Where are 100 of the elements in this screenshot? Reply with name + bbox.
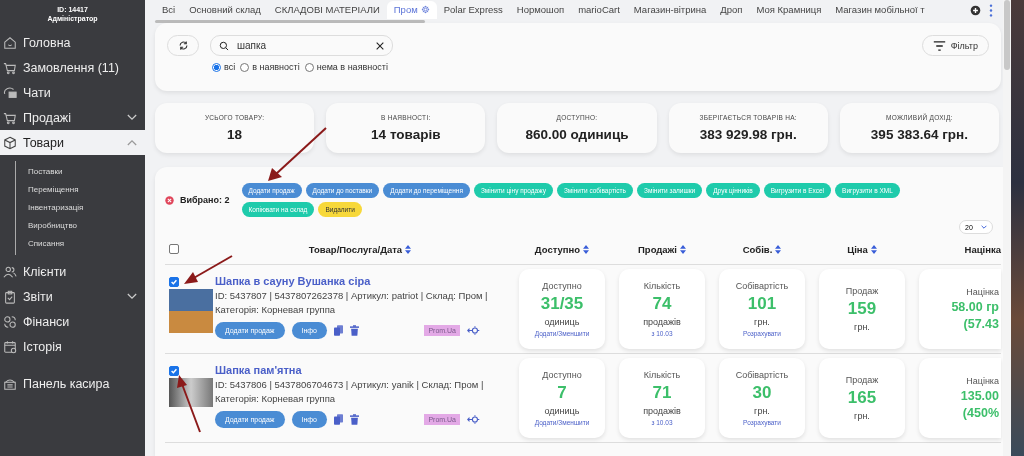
- sidebar-item[interactable]: Історія: [0, 334, 145, 359]
- sort-icon[interactable]: [583, 244, 590, 254]
- value-unit: одиниць: [544, 317, 580, 327]
- sort-icon[interactable]: [680, 244, 686, 254]
- product-category: Категорія: Корневая группа: [215, 304, 337, 315]
- sort-icon[interactable]: [405, 244, 412, 254]
- sort-icon[interactable]: [870, 244, 877, 254]
- sort-icon[interactable]: [775, 244, 782, 254]
- tab[interactable]: Дроп: [713, 1, 750, 19]
- add-circle-icon[interactable]: [970, 4, 981, 16]
- column-header[interactable]: Ціна: [847, 243, 868, 255]
- row-checkbox[interactable]: [169, 366, 179, 376]
- value-number: 71: [652, 383, 672, 403]
- sidebar-item[interactable]: Клієнти: [0, 259, 145, 284]
- house-icon: [3, 35, 17, 50]
- select-all-checkbox[interactable]: [169, 244, 179, 254]
- value-unit: грн.: [754, 406, 770, 416]
- column-header[interactable]: Товар/Послуга/Дата: [308, 243, 403, 255]
- product-meta: ID: 5437806 | 5437806704673 | Артикул: yanik | Склад: Пром |: [215, 379, 485, 390]
- value-unit: грн.: [854, 411, 870, 421]
- value-number: 31/35: [540, 294, 584, 314]
- trash-icon[interactable]: [350, 414, 359, 425]
- calendar-icon: [3, 339, 17, 354]
- horizontal-scrollbar[interactable]: [155, 20, 425, 23]
- submenu-item[interactable]: Поставки: [28, 163, 145, 181]
- submenu-item[interactable]: Списання: [28, 235, 145, 253]
- more-options-icon[interactable]: [989, 3, 993, 17]
- chat-bubble-icon: [3, 85, 17, 100]
- column-header[interactable]: Націнка: [964, 243, 1001, 255]
- tab[interactable]: Моя Крамниця: [749, 1, 829, 19]
- tab[interactable]: Магазин мобільної т: [828, 1, 932, 19]
- gear-arrow-icon[interactable]: [467, 414, 480, 425]
- value-label: Продаж: [845, 375, 879, 385]
- gear-icon: [420, 5, 430, 14]
- value-unit: грн.: [854, 322, 870, 332]
- sidebar-item[interactable]: Замовлення (11): [0, 55, 145, 80]
- value-label: Кількість: [643, 281, 681, 291]
- gear-arrow-icon[interactable]: [467, 325, 480, 336]
- tab[interactable]: Пром: [386, 1, 437, 19]
- value-label: Доступно: [542, 370, 582, 380]
- tab[interactable]: СКЛАДОВІ МАТЕРІАЛИ: [267, 1, 387, 19]
- value-number: 58.00 гр: [951, 300, 999, 314]
- submenu-item[interactable]: Виробництво: [28, 217, 145, 235]
- clear-icon[interactable]: [376, 41, 384, 50]
- submenu-item[interactable]: Інвентаризація: [28, 199, 145, 217]
- value-unit: грн.: [754, 317, 770, 327]
- product-meta: ID: 5437807 | 5437807262378 | Артикул: patriot | Склад: Пром |: [215, 290, 489, 301]
- stat-value: 383 929.98 грн.: [699, 127, 797, 142]
- value-number: 74: [652, 294, 672, 314]
- refresh-button[interactable]: [167, 35, 199, 56]
- stat-value: 860.00 одиниць: [525, 127, 629, 142]
- search-field[interactable]: шапка: [210, 35, 393, 56]
- sidebar-item[interactable]: Продажі: [0, 105, 145, 130]
- column-header[interactable]: Доступно: [534, 243, 581, 255]
- value-unit: (450%: [962, 406, 999, 420]
- value-label: Націнка: [966, 376, 999, 386]
- clipboard-icon: [3, 289, 17, 304]
- search-input[interactable]: шапка: [235, 39, 370, 52]
- product-name-link[interactable]: Шапка в сауну Вушанка сіра: [215, 275, 505, 287]
- tab[interactable]: Магазин-вітрина: [626, 1, 714, 19]
- sidebar-item[interactable]: Чати: [0, 80, 145, 105]
- stat-value: 18: [227, 127, 243, 142]
- product-name-link[interactable]: Шапка пам'ятна: [215, 364, 505, 376]
- photo-placeholder: [169, 289, 213, 333]
- sidebar-item[interactable]: Головна: [0, 30, 145, 55]
- value-number: 30: [752, 383, 772, 403]
- value-unit: (57.43: [963, 317, 999, 331]
- column-header[interactable]: Собів.: [742, 243, 773, 255]
- value-number: 159: [847, 299, 877, 319]
- search-icon: [219, 40, 229, 51]
- tab[interactable]: Нормошоп: [509, 1, 572, 19]
- column-header[interactable]: Продажі: [638, 243, 677, 255]
- filter-button[interactable]: Фільтр: [921, 35, 989, 56]
- tab[interactable]: Всі: [155, 1, 183, 19]
- value-label: Кількість: [643, 370, 681, 380]
- value-unit: продажів: [643, 317, 681, 327]
- sidebar-item[interactable]: Товари: [0, 130, 145, 155]
- tab[interactable]: Polar Express: [436, 1, 510, 19]
- stat-value: 14 товарів: [371, 127, 441, 142]
- sidebar-item[interactable]: Фінанси: [0, 309, 145, 334]
- value-number: 7: [557, 383, 567, 403]
- tab[interactable]: Основний склад: [182, 1, 268, 19]
- sidebar-item[interactable]: Панель касира: [0, 371, 145, 396]
- copy-icon[interactable]: [334, 325, 343, 336]
- copy-icon[interactable]: [334, 414, 343, 425]
- trash-icon[interactable]: [350, 325, 359, 336]
- value-number: 101: [747, 294, 777, 314]
- row-checkbox[interactable]: [169, 277, 179, 287]
- clear-selection-icon[interactable]: [165, 195, 174, 205]
- sidebar-item[interactable]: Звіти: [0, 284, 145, 309]
- annotation-arrow: [177, 375, 201, 433]
- tab[interactable]: marioCart: [571, 1, 627, 19]
- value-label: Націнка: [966, 287, 999, 297]
- refresh-icon: [177, 40, 189, 51]
- submenu-item[interactable]: Переміщення: [28, 181, 145, 199]
- radio-option[interactable]: нема в наявності: [304, 62, 388, 72]
- radio-option[interactable]: всі: [212, 62, 236, 72]
- stat-value: 395 383.64 грн.: [870, 127, 968, 142]
- radio-option[interactable]: в наявності: [240, 62, 300, 72]
- value-label: Собівартість: [735, 370, 789, 380]
